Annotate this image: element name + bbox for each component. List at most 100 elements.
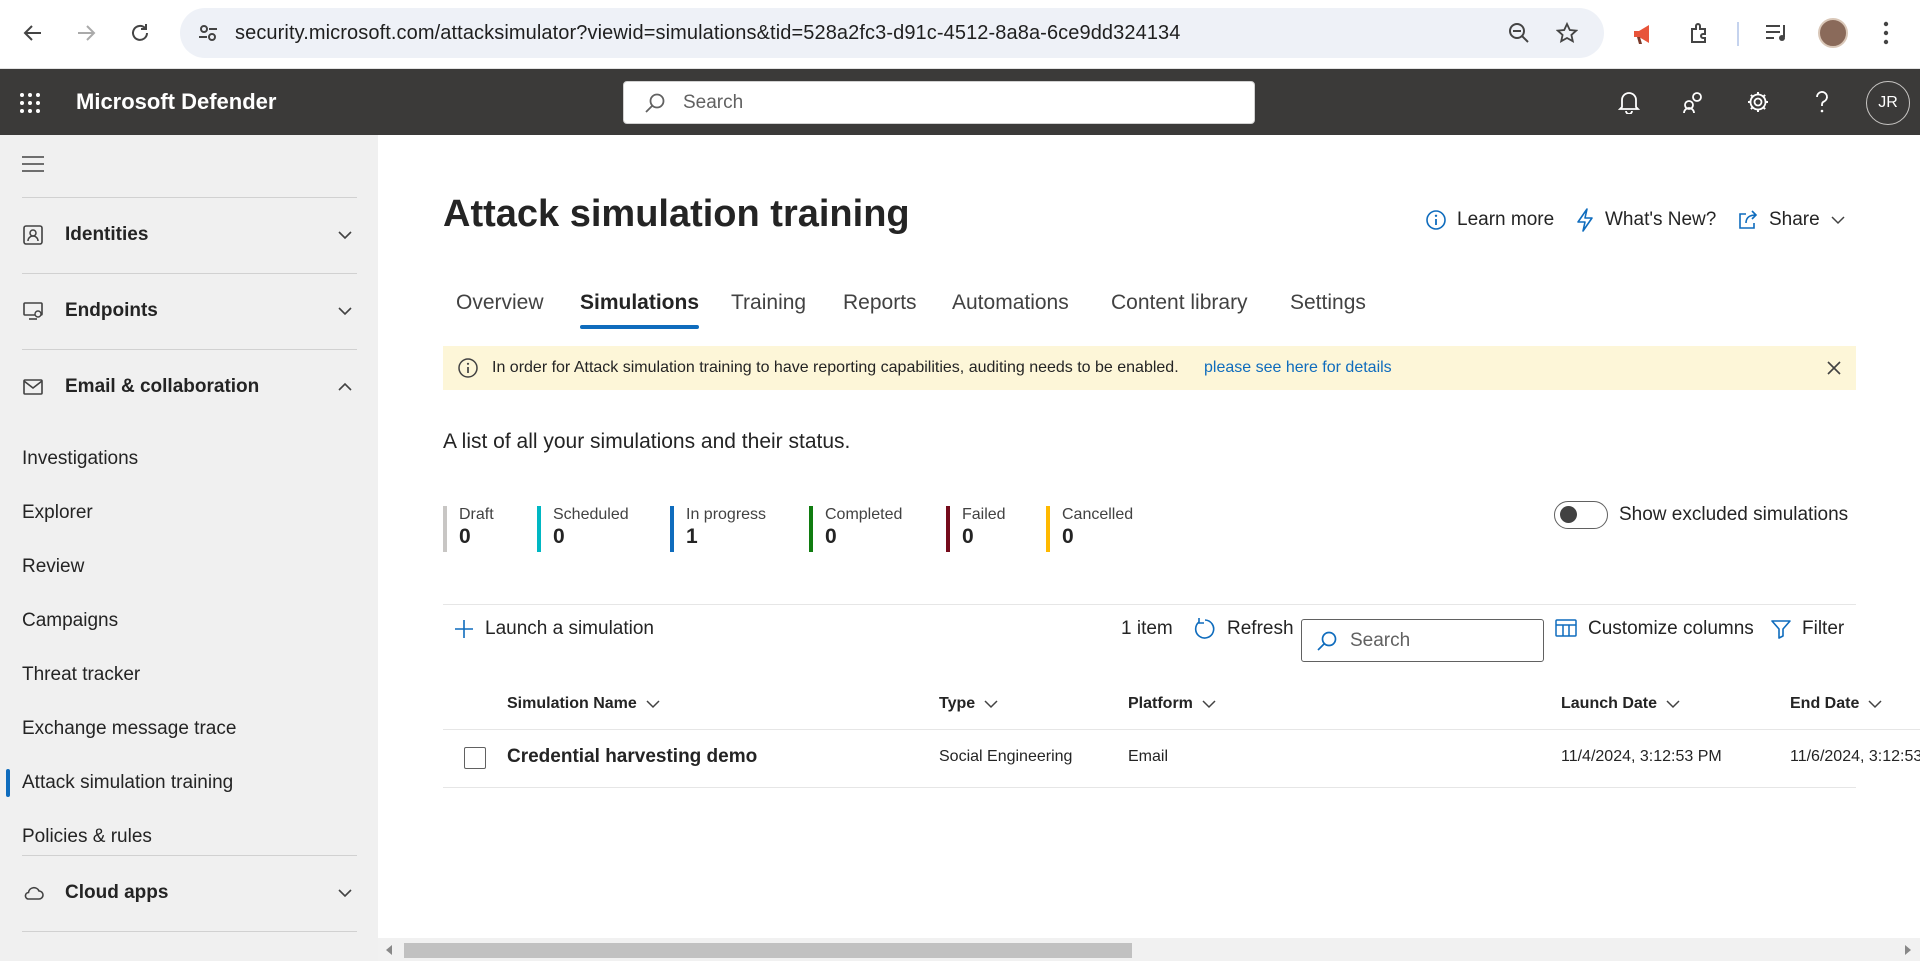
column-header-label: Platform — [1128, 695, 1193, 712]
extensions-icon[interactable] — [1688, 21, 1712, 45]
table-search-input[interactable]: Search — [1301, 619, 1544, 662]
hamburger-menu-icon[interactable] — [20, 151, 46, 177]
share-label: Share — [1769, 209, 1820, 230]
page-description: A list of all your simulations and their… — [443, 430, 851, 453]
back-button[interactable] — [14, 14, 52, 52]
table-row-divider — [443, 787, 1856, 788]
horizontal-scrollbar[interactable] — [378, 938, 1920, 961]
address-bar[interactable]: security.microsoft.com/attacksimulator?v… — [180, 8, 1604, 58]
community-button[interactable] — [1670, 79, 1716, 125]
megaphone-icon[interactable] — [1632, 22, 1658, 46]
whats-new-button[interactable]: What's New? — [1575, 205, 1716, 235]
tab-training[interactable]: Training — [731, 283, 806, 323]
sidebar-item-campaigns[interactable]: Campaigns — [0, 599, 378, 643]
show-excluded-label: Show excluded simulations — [1619, 504, 1849, 525]
tab-content-library[interactable]: Content library — [1111, 283, 1248, 323]
sidebar-group-email-collaboration[interactable]: Email & collaboration — [0, 349, 378, 425]
media-control-icon[interactable] — [1764, 22, 1790, 44]
learn-more-button[interactable]: Learn more — [1425, 205, 1554, 235]
zoom-icon[interactable] — [1508, 22, 1530, 44]
app-title[interactable]: Microsoft Defender — [76, 69, 276, 135]
sidebar-item-threat-tracker[interactable]: Threat tracker — [0, 653, 378, 697]
sidebar-nav: Identities Endpoints Email & collaborati… — [0, 135, 378, 961]
launch-simulation-button[interactable]: Launch a simulation — [453, 611, 654, 647]
tab-overview[interactable]: Overview — [456, 283, 544, 323]
column-header-platform[interactable]: Platform — [1128, 689, 1217, 719]
tab-settings[interactable]: Settings — [1290, 283, 1366, 323]
settings-button[interactable] — [1735, 79, 1781, 125]
stat-label: Scheduled — [553, 506, 629, 523]
search-icon — [645, 93, 665, 113]
stat-failed[interactable]: Failed 0 — [946, 506, 1006, 552]
toolbar-divider — [1737, 22, 1739, 46]
sidebar-item-attack-simulation-training[interactable]: Attack simulation training — [0, 761, 378, 805]
learn-more-label: Learn more — [1457, 209, 1555, 230]
stat-completed[interactable]: Completed 0 — [809, 506, 902, 552]
sidebar-group-endpoints[interactable]: Endpoints — [0, 273, 378, 349]
scrollbar-thumb[interactable] — [404, 943, 1132, 958]
sidebar-item-exchange-message-trace[interactable]: Exchange message trace — [0, 707, 378, 751]
column-header-label: Launch Date — [1561, 695, 1658, 712]
stat-cancelled[interactable]: Cancelled 0 — [1046, 506, 1133, 552]
refresh-button[interactable]: Refresh — [1193, 611, 1294, 647]
column-header-simulation-name[interactable]: Simulation Name — [507, 689, 661, 719]
page-title: Attack simulation training — [443, 193, 910, 235]
show-excluded-toggle[interactable] — [1554, 501, 1608, 529]
stat-label: Draft — [459, 506, 494, 523]
notifications-button[interactable] — [1606, 79, 1652, 125]
site-info-icon[interactable] — [198, 23, 218, 43]
scroll-left-icon[interactable] — [385, 945, 393, 955]
tab-automations[interactable]: Automations — [952, 283, 1069, 323]
banner-details-link[interactable]: please see here for details — [1204, 346, 1392, 390]
refresh-icon — [1194, 618, 1215, 639]
arrow-right-icon — [78, 25, 96, 41]
close-icon[interactable] — [1826, 360, 1842, 376]
column-header-launch-date[interactable]: Launch Date — [1561, 689, 1681, 719]
tab-reports[interactable]: Reports — [843, 283, 917, 323]
sidebar-divider — [22, 931, 357, 932]
info-icon — [1426, 210, 1446, 230]
share-button[interactable]: Share — [1737, 205, 1846, 235]
user-avatar[interactable]: JR — [1866, 81, 1910, 125]
reload-button[interactable] — [121, 14, 159, 52]
lightning-icon — [1577, 208, 1593, 232]
whats-new-label: What's New? — [1605, 209, 1717, 230]
sidebar-item-explorer[interactable]: Explorer — [0, 491, 378, 535]
column-header-label: Type — [939, 695, 976, 712]
stat-value: 0 — [1062, 525, 1074, 548]
column-header-end-date[interactable]: End Date — [1790, 689, 1883, 719]
sidebar-group-label: Identities — [65, 224, 149, 245]
search-icon — [1317, 631, 1337, 651]
star-icon[interactable] — [1556, 22, 1578, 44]
sidebar-item-policies-rules[interactable]: Policies & rules — [0, 815, 378, 859]
more-menu-icon[interactable] — [1878, 20, 1894, 46]
sidebar-group-label: Email & collaboration — [65, 376, 260, 397]
stat-draft[interactable]: Draft 0 — [443, 506, 494, 552]
column-header-type[interactable]: Type — [939, 689, 999, 719]
stat-value: 0 — [459, 525, 471, 548]
profile-avatar[interactable] — [1818, 18, 1848, 48]
refresh-label: Refresh — [1227, 618, 1294, 639]
filter-button[interactable]: Filter — [1770, 611, 1844, 647]
plus-icon — [455, 620, 473, 638]
scroll-right-icon[interactable] — [1904, 945, 1912, 955]
help-button[interactable] — [1799, 79, 1845, 125]
global-search-input[interactable]: Search — [623, 81, 1255, 124]
banner-text: In order for Attack simulation training … — [492, 359, 1179, 376]
sidebar-group-cloud-apps[interactable]: Cloud apps — [0, 855, 378, 931]
forward-button[interactable] — [67, 14, 105, 52]
tab-simulations[interactable]: Simulations — [580, 283, 700, 329]
stat-value: 0 — [962, 525, 974, 548]
sidebar-item-review[interactable]: Review — [0, 545, 378, 589]
share-icon — [1739, 210, 1758, 229]
app-launcher-button[interactable] — [18, 89, 46, 117]
row-checkbox[interactable] — [464, 747, 486, 769]
stat-scheduled[interactable]: Scheduled 0 — [537, 506, 629, 552]
table-columns-icon — [1555, 619, 1577, 637]
customize-columns-button[interactable]: Customize columns — [1554, 611, 1754, 647]
device-icon — [23, 302, 43, 320]
simulation-name-cell[interactable]: Credential harvesting demo — [507, 742, 757, 772]
sidebar-item-investigations[interactable]: Investigations — [0, 437, 378, 481]
sidebar-group-identities[interactable]: Identities — [0, 197, 378, 273]
stat-in-progress[interactable]: In progress 1 — [670, 506, 766, 552]
